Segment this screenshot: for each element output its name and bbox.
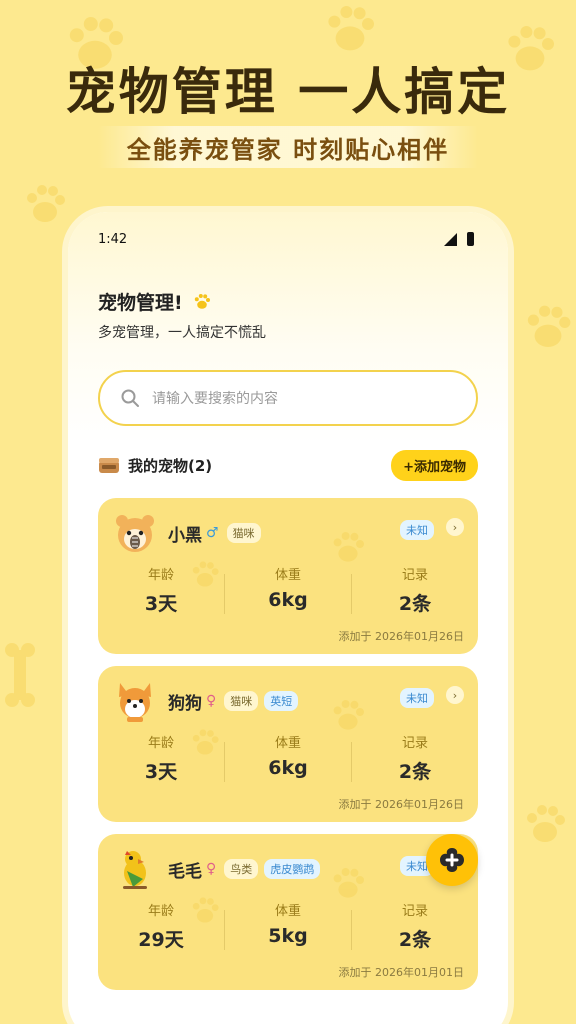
stat-value: 6kg	[268, 589, 308, 611]
pet-tag: 猫咪	[224, 691, 259, 711]
pet-card-header: 毛毛 ♀ 鸟类虎皮鹦鹉 未知 ›	[112, 846, 464, 892]
pet-tag: 鸟类	[224, 859, 259, 879]
stat-label: 记录	[401, 568, 428, 583]
search-input[interactable]: 请输入要搜索的内容	[98, 370, 478, 426]
phone-frame: 1:42 宠物管理! 多宠管理，一人搞定不慌乱 请输入要搜索的内容 我的宠物(2…	[68, 212, 508, 1024]
section-header: 我的宠物(2) +添加宠物	[98, 449, 478, 481]
pet-avatar	[112, 510, 158, 556]
pet-name: 毛毛	[168, 861, 202, 882]
stat-value: 2条	[398, 593, 432, 615]
added-date: 添加于 2026年01月01日	[338, 966, 465, 979]
added-date: 添加于 2026年01月26日	[338, 798, 465, 811]
stat-label: 体重	[274, 904, 301, 919]
stat-label: 记录	[401, 736, 428, 751]
status-badge: 未知	[400, 688, 434, 708]
pet-card[interactable]: 狗狗 ♀ 猫咪 英短 未知 › 年龄 3天 体重 6kg 记录 2条 添加于 20…	[98, 666, 478, 822]
pet-tag: 英短	[264, 691, 299, 711]
pet-card[interactable]: 小黑 ♂ 猫咪 未知 › 年龄 3天 体重 6kg 记录 2条 添加于 2026…	[98, 498, 478, 654]
pet-name: 小黑	[168, 525, 202, 546]
stat-value: 6kg	[268, 757, 308, 779]
add-pet-button[interactable]: +添加宠物	[391, 449, 478, 481]
search-icon	[121, 389, 139, 407]
stat-label: 年龄	[147, 904, 174, 919]
pet-stats: 年龄 3天 体重 6kg 记录 2条	[98, 564, 478, 626]
stat-block: 年龄 3天	[98, 732, 224, 794]
add-fab-button[interactable]	[426, 834, 478, 886]
stat-label: 年龄	[147, 568, 174, 583]
add-icon	[440, 848, 464, 872]
stat-block: 记录 2条	[352, 564, 478, 626]
stat-block: 年龄 3天	[98, 564, 224, 626]
stat-label: 记录	[401, 904, 428, 919]
pet-avatar	[112, 846, 158, 892]
stat-value: 3天	[144, 593, 178, 615]
battery-icon	[467, 232, 474, 246]
stat-label: 体重	[274, 736, 301, 751]
headline: 宠物管理 一人搞定	[65, 63, 511, 121]
pet-card-header: 狗狗 ♀ 猫咪 英短 未知 ›	[112, 678, 464, 724]
status-icons	[444, 232, 474, 246]
stat-block: 体重 5kg	[225, 900, 351, 962]
pet-stats: 年龄 29天 体重 5kg 记录 2条	[98, 900, 478, 962]
stat-block: 年龄 29天	[98, 900, 224, 962]
paw-icon	[194, 293, 210, 309]
pet-card-header: 小黑 ♂ 猫咪 未知 ›	[112, 510, 464, 556]
stat-label: 年龄	[147, 736, 174, 751]
page-subtitle: 多宠管理，一人搞定不慌乱	[98, 325, 266, 341]
stat-block: 体重 6kg	[225, 732, 351, 794]
subheadline-banner: 全能养宠管家 时刻贴心相伴	[98, 126, 478, 168]
chevron-right-icon[interactable]: ›	[446, 686, 464, 704]
page-title: 宠物管理!	[98, 288, 213, 315]
stat-value: 5kg	[268, 925, 308, 947]
gender-icon: ♂	[206, 525, 219, 541]
paw-icon	[527, 805, 565, 842]
signal-icon	[444, 232, 457, 246]
pet-tag: 猫咪	[226, 523, 261, 543]
stat-value: 3天	[144, 761, 178, 783]
bone-icon	[5, 643, 35, 707]
status-time: 1:42	[98, 232, 128, 247]
pet-tag: 虎皮鹦鹉	[264, 859, 321, 879]
stat-block: 记录 2条	[352, 900, 478, 962]
pet-name: 狗狗	[168, 693, 202, 714]
paw-icon	[527, 305, 571, 348]
pet-box-icon	[99, 458, 119, 473]
subheadline: 全能养宠管家 时刻贴心相伴	[126, 135, 450, 164]
section-title: 我的宠物(2)	[98, 455, 212, 476]
stat-value: 2条	[398, 929, 432, 951]
search-placeholder: 请输入要搜索的内容	[152, 391, 278, 407]
chevron-right-icon[interactable]: ›	[446, 518, 464, 536]
gender-icon: ♀	[206, 861, 217, 877]
page-title-text: 宠物管理!	[98, 292, 183, 314]
stat-block: 体重 6kg	[225, 564, 351, 626]
status-badge: 未知	[400, 520, 434, 540]
added-date: 添加于 2026年01月26日	[338, 630, 465, 643]
pet-stats: 年龄 3天 体重 6kg 记录 2条	[98, 732, 478, 794]
stat-value: 29天	[138, 929, 184, 951]
gender-icon: ♀	[206, 693, 217, 709]
paw-icon	[328, 6, 374, 51]
pet-avatar	[112, 678, 158, 724]
pet-card[interactable]: 毛毛 ♀ 鸟类虎皮鹦鹉 未知 › 年龄 29天 体重 5kg 记录 2条 添加于…	[98, 834, 478, 990]
stat-label: 体重	[274, 568, 301, 583]
stat-value: 2条	[398, 761, 432, 783]
stat-block: 记录 2条	[352, 732, 478, 794]
section-title-text: 我的宠物(2)	[128, 456, 213, 475]
paw-icon	[27, 185, 65, 222]
